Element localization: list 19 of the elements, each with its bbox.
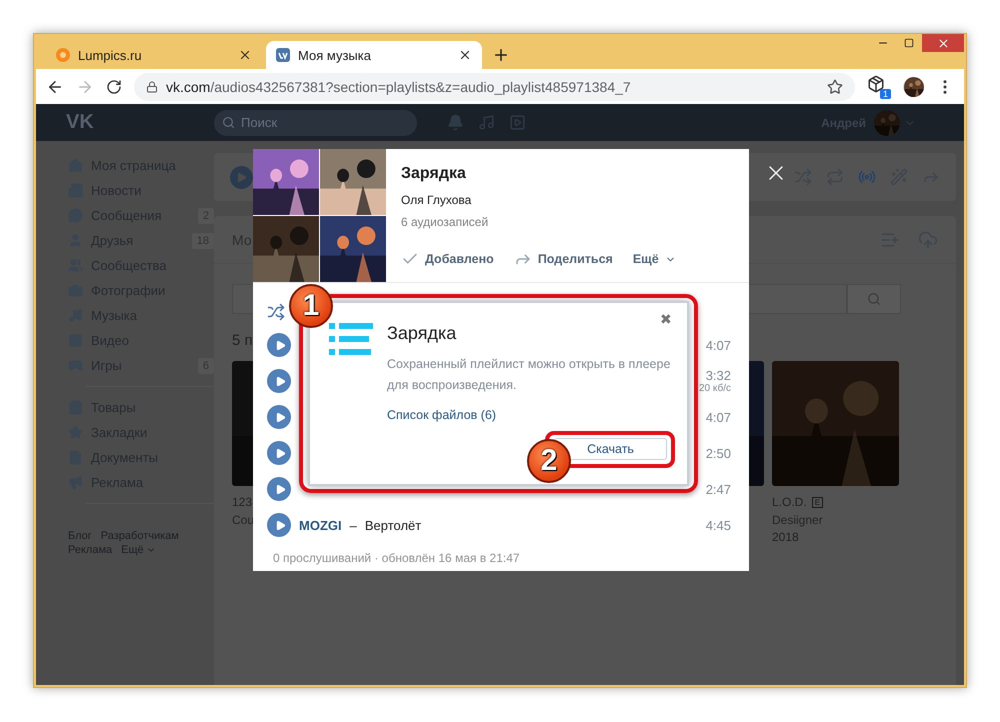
track-duration: 4:07	[706, 338, 731, 352]
track-duration: 3:32	[706, 368, 731, 383]
track-bitrate: 20 кб/с	[698, 383, 731, 394]
track-duration: 2:47	[706, 482, 731, 496]
dialog-message: Сохраненный плейлист можно открыть в плеере для воспроизведения.	[387, 356, 672, 394]
explicit-badge: E	[812, 496, 824, 508]
search-placeholder: Поиск	[241, 115, 278, 130]
track-duration: 4:45	[706, 518, 731, 532]
track-count: 6 аудиозаписей	[401, 215, 490, 229]
url-text: vk.com/audios432567381?section=playlists&z=audio_playlist485971384_7	[166, 78, 631, 94]
playlist-stats: 0 прослушиваний · обновлён 16 мая в 21:47	[273, 551, 521, 565]
vk-logo: VK	[66, 111, 95, 134]
dash-separator: –	[350, 518, 357, 532]
track-duration: 4:07	[706, 410, 731, 424]
track-duration: 2:50	[706, 446, 731, 460]
dialog-title: Зарядка	[387, 323, 458, 344]
extension-badge: 1	[880, 88, 891, 98]
playlist-owner: Оля Глухова	[401, 193, 472, 207]
playlist-title: Зарядка	[401, 165, 467, 183]
